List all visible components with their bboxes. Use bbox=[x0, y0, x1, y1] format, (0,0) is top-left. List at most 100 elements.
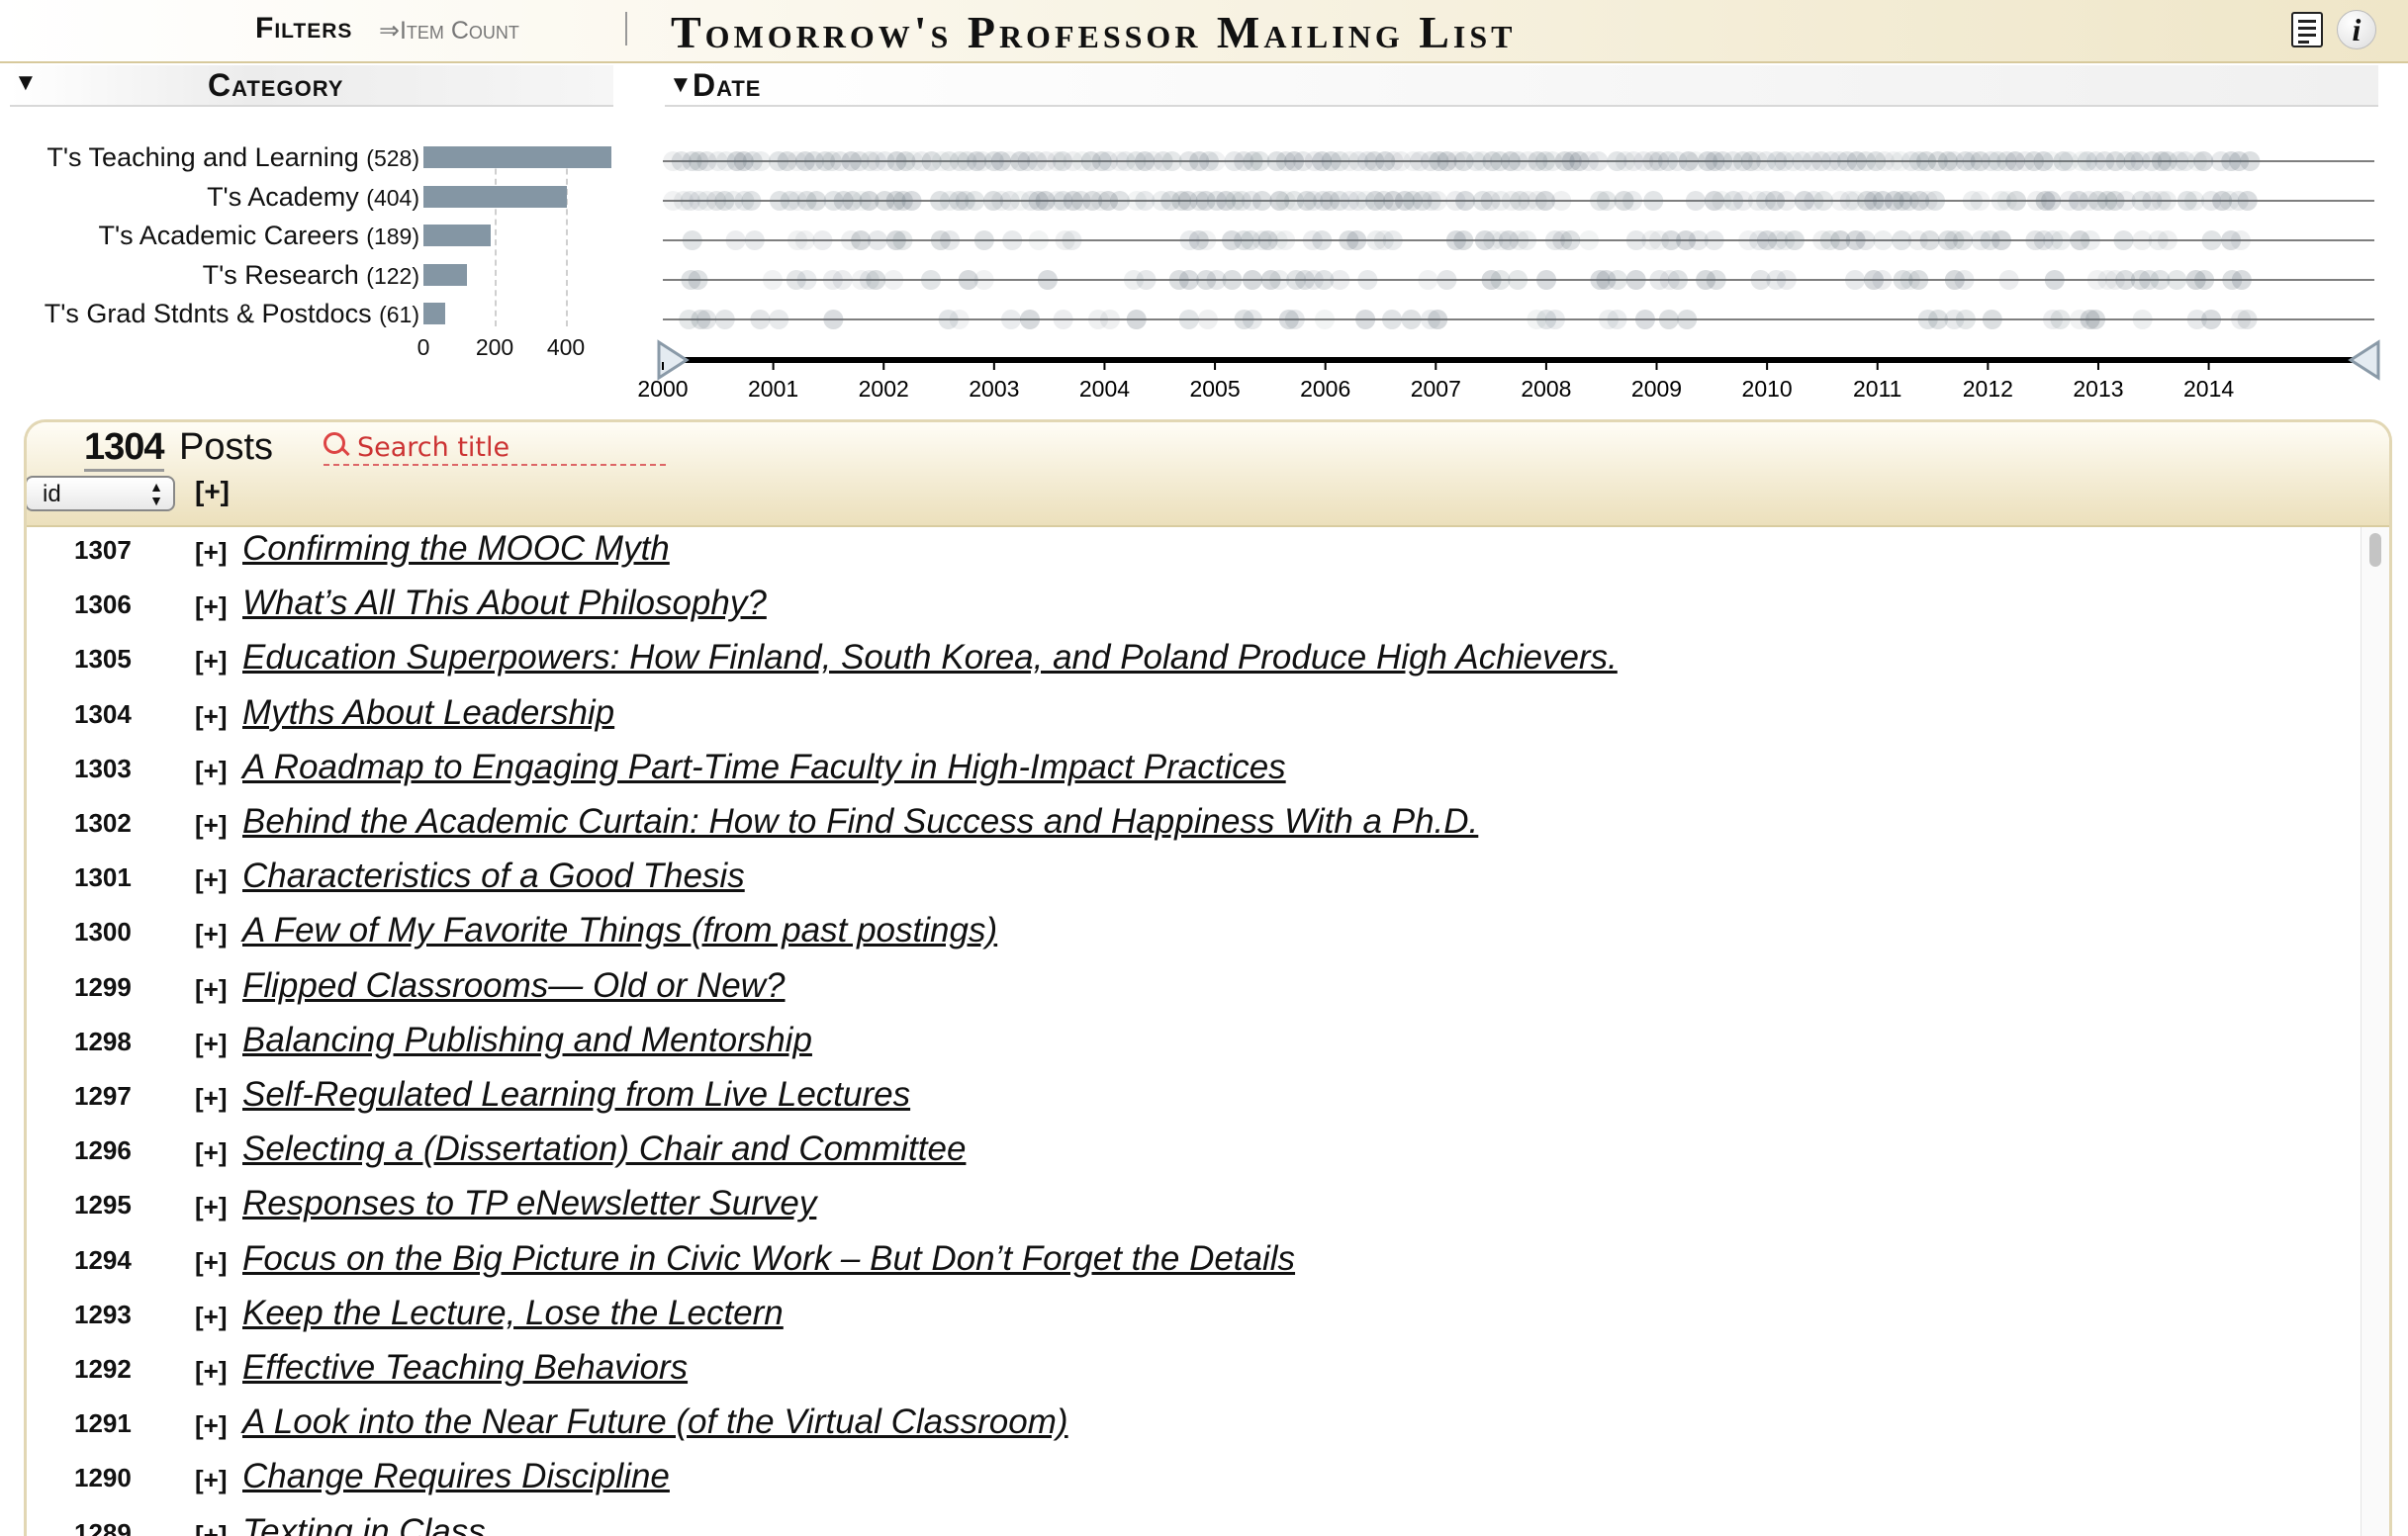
category-bar[interactable] bbox=[423, 146, 612, 168]
post-title-link[interactable]: Effective Teaching Behaviors bbox=[242, 1348, 688, 1388]
item-count-toggle[interactable]: ⇒Item Count bbox=[379, 16, 519, 45]
post-title-link[interactable]: Confirming the MOOC Myth bbox=[242, 529, 670, 569]
document-icon[interactable] bbox=[2291, 12, 2323, 47]
expand-all-button[interactable]: [+] bbox=[195, 476, 230, 507]
date-dot bbox=[2194, 270, 2215, 290]
post-title-link[interactable]: Behind the Academic Curtain: How to Find… bbox=[242, 802, 1478, 842]
date-dot bbox=[1197, 310, 1218, 329]
expand-post-button[interactable]: [+] bbox=[195, 1465, 228, 1495]
expand-post-button[interactable]: [+] bbox=[195, 1247, 228, 1278]
date-dot bbox=[1196, 230, 1217, 250]
scrollbar[interactable] bbox=[2361, 527, 2389, 1536]
expand-post-button[interactable]: [+] bbox=[195, 756, 228, 786]
search-title-input[interactable] bbox=[357, 430, 654, 464]
category-item-label[interactable]: T's Academy (404) bbox=[207, 182, 419, 213]
info-icon[interactable]: i bbox=[2337, 10, 2376, 49]
expand-post-button[interactable]: [+] bbox=[195, 1410, 228, 1441]
collapse-triangle-icon[interactable]: ▼ bbox=[669, 71, 694, 99]
post-title-link[interactable]: Flipped Classrooms— Old or New? bbox=[242, 966, 786, 1006]
expand-post-button[interactable]: [+] bbox=[195, 810, 228, 841]
select-arrows-icon: ▲ ▼ bbox=[149, 479, 163, 508]
post-title-link[interactable]: Responses to TP eNewsletter Survey bbox=[242, 1184, 816, 1223]
post-row: 1297 [+] Self-Regulated Learning from Live… bbox=[27, 1073, 2350, 1128]
post-title-link[interactable]: Education Superpowers: How Finland, Sout… bbox=[242, 638, 1618, 678]
post-id: 1300 bbox=[74, 917, 132, 948]
post-title-link[interactable]: Keep the Lecture, Lose the Lectern bbox=[242, 1294, 784, 1333]
expand-post-button[interactable]: [+] bbox=[195, 974, 228, 1005]
date-dot bbox=[1330, 270, 1350, 290]
post-id: 1303 bbox=[74, 753, 132, 783]
scrollbar-thumb[interactable] bbox=[2369, 533, 2381, 567]
date-dot bbox=[1955, 310, 1976, 329]
date-dot bbox=[2231, 270, 2252, 290]
results-header: 1304 Posts id ▲▼ [+] bbox=[27, 422, 2389, 527]
post-row: 1296 [+] Selecting a (Dissertation) Chair … bbox=[27, 1128, 2350, 1182]
date-dot bbox=[2201, 310, 2222, 329]
category-bar[interactable] bbox=[423, 225, 492, 246]
post-title-link[interactable]: Self-Regulated Learning from Live Lectur… bbox=[242, 1075, 910, 1115]
range-end-handle-icon[interactable] bbox=[2348, 339, 2380, 381]
expand-post-button[interactable]: [+] bbox=[195, 1029, 228, 1059]
category-item-label[interactable]: T's Research (122) bbox=[203, 260, 419, 291]
date-dot bbox=[1001, 310, 1022, 329]
date-dot bbox=[1560, 230, 1581, 250]
sort-select[interactable]: id ▲ ▼ bbox=[27, 476, 175, 511]
expand-post-button[interactable]: [+] bbox=[195, 919, 228, 949]
year-label: 2008 bbox=[1521, 376, 1571, 402]
expand-post-button[interactable]: [+] bbox=[195, 1356, 228, 1387]
category-facet-header[interactable]: ▼ Category bbox=[10, 65, 613, 107]
post-title-link[interactable]: Myths About Leadership bbox=[242, 693, 614, 733]
date-dot bbox=[682, 230, 702, 250]
date-facet-header[interactable]: ▼ Date bbox=[665, 65, 2378, 107]
collapse-triangle-icon[interactable]: ▼ bbox=[14, 69, 39, 97]
category-bar[interactable] bbox=[423, 303, 445, 324]
post-title-link[interactable]: Change Requires Discipline bbox=[242, 1457, 670, 1496]
date-dot bbox=[1242, 310, 1262, 329]
post-title-link[interactable]: What’s All This About Philosophy? bbox=[242, 584, 767, 623]
date-dot bbox=[1925, 191, 1946, 211]
post-title-link[interactable]: A Look into the Near Future (of the Virt… bbox=[242, 1402, 1068, 1442]
post-title-link[interactable]: A Few of My Favorite Things (from past p… bbox=[242, 911, 997, 950]
category-item-label[interactable]: T's Teaching and Learning (528) bbox=[46, 142, 419, 173]
post-title-link[interactable]: Balancing Publishing and Mentorship bbox=[242, 1021, 812, 1060]
post-title-link[interactable]: Selecting a (Dissertation) Chair and Com… bbox=[242, 1129, 966, 1169]
expand-post-button[interactable]: [+] bbox=[195, 864, 228, 895]
post-row: 1292 [+] Effective Teaching Behaviors bbox=[27, 1346, 2350, 1400]
year-label: 2010 bbox=[1742, 376, 1793, 402]
date-dot bbox=[1658, 310, 1679, 329]
year-label: 2000 bbox=[637, 376, 688, 402]
range-start-handle-icon[interactable] bbox=[657, 339, 690, 381]
expand-post-button[interactable]: [+] bbox=[195, 1083, 228, 1114]
post-count: 1304 bbox=[84, 426, 165, 472]
date-dot bbox=[1100, 310, 1121, 329]
category-item-label[interactable]: T's Grad Stdnts & Postdocs (61) bbox=[45, 299, 419, 329]
expand-post-button[interactable]: [+] bbox=[195, 1192, 228, 1222]
expand-post-button[interactable]: [+] bbox=[195, 1137, 228, 1168]
post-row: 1289 [+] Texting in Class bbox=[27, 1510, 2350, 1536]
date-dot bbox=[1178, 310, 1199, 329]
post-title-link[interactable]: Texting in Class bbox=[242, 1512, 486, 1536]
category-name: T's Grad Stdnts & Postdocs bbox=[44, 299, 372, 328]
date-dot bbox=[1776, 270, 1797, 290]
date-dot bbox=[867, 230, 887, 250]
category-bar[interactable] bbox=[423, 264, 467, 286]
post-title-link[interactable]: A Roadmap to Engaging Part-Time Faculty … bbox=[242, 748, 1286, 787]
expand-post-button[interactable]: [+] bbox=[195, 1302, 228, 1332]
expand-post-button[interactable]: [+] bbox=[195, 537, 228, 568]
post-title-link[interactable]: Characteristics of a Good Thesis bbox=[242, 857, 745, 896]
expand-post-button[interactable]: [+] bbox=[195, 591, 228, 622]
date-facet-timeline: 2000 2001 2002 2003 2004 2005 2006 2007 2008 2009… bbox=[637, 151, 2380, 402]
date-dot bbox=[1579, 230, 1600, 250]
search-icon bbox=[324, 432, 345, 454]
post-title-link[interactable]: Focus on the Big Picture in Civic Work –… bbox=[242, 1239, 1295, 1279]
category-item-label[interactable]: T's Academic Careers (189) bbox=[99, 221, 419, 251]
category-bar[interactable] bbox=[423, 186, 568, 208]
expand-post-button[interactable]: [+] bbox=[195, 701, 228, 732]
search-title-box[interactable] bbox=[324, 430, 666, 466]
expand-post-button[interactable]: [+] bbox=[195, 1520, 228, 1536]
expand-post-button[interactable]: [+] bbox=[195, 646, 228, 677]
date-dot bbox=[1314, 310, 1335, 329]
post-id: 1296 bbox=[74, 1135, 132, 1166]
date-dot bbox=[2050, 310, 2071, 329]
date-dot bbox=[965, 191, 985, 211]
